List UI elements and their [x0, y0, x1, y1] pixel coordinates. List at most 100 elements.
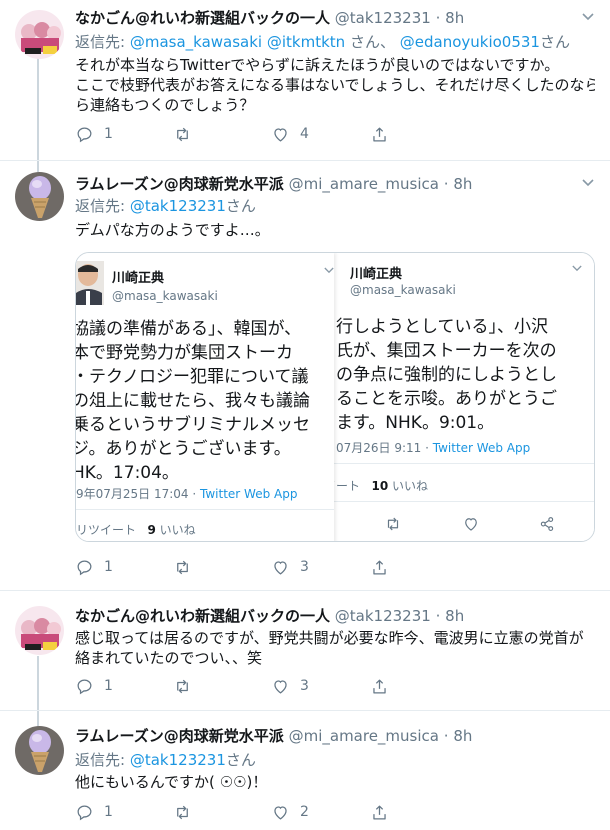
embedded-user-name: 川崎正典 [350, 267, 403, 282]
separator-dot: · [435, 9, 441, 27]
chevron-down-icon [324, 267, 334, 277]
retweet-button[interactable] [173, 802, 202, 822]
retweet-button[interactable] [173, 676, 202, 696]
retweet-button[interactable] [173, 557, 202, 577]
retweet-icon [177, 560, 188, 574]
tweet-divider [0, 590, 610, 591]
like-button[interactable]: 3 [271, 676, 309, 696]
reply-to-label: 返信先: [75, 33, 126, 51]
embedded-stats: リツイート 9 いいね [76, 521, 196, 538]
user-name[interactable]: ラムレーズン@肉球新党水平派 [75, 175, 284, 193]
reply-icon [77, 805, 92, 820]
reply-to-label: 返信先: [75, 197, 126, 215]
user-name[interactable]: ラムレーズン@肉球新党水平派 [75, 727, 284, 745]
embedded-like-count: 10 [371, 479, 389, 493]
attached-image[interactable]: 川崎正典 @masa_kawasaki 行しようとしている」、小沢 氏が、集団ス… [75, 252, 595, 542]
embedded-text-line: ます。NHK。9:01。 [336, 413, 495, 433]
heart-icon [274, 560, 287, 575]
share-icon [373, 805, 386, 819]
tweet-header: ラムレーズン@肉球新党水平派 @mi_amare_musica · 8h [75, 726, 576, 746]
reply-count: 1 [104, 559, 113, 575]
embedded-text-line: 行しようとしている」、小沢 [336, 317, 548, 337]
embedded-meta: 07月26日 9:11 · Twitter Web App [336, 439, 530, 456]
reply-icon [77, 560, 92, 575]
tweet-text: 他にもいるんですか( ☉☉)！ [75, 773, 268, 791]
embedded-user-name: 川崎正典 [112, 271, 165, 286]
tweet[interactable]: なかごん@れいわ新選組バックの一人 @tak123231 · 8h 返信先: @… [0, 0, 610, 160]
reply-button[interactable]: 1 [75, 676, 113, 696]
tweet-actions: 1 2 [75, 802, 435, 822]
mention-link[interactable]: @edanoyukio0531 [400, 33, 540, 51]
embedded-divider [324, 463, 594, 464]
reply-count: 1 [104, 126, 113, 142]
avatar[interactable] [15, 10, 64, 59]
mention-link[interactable]: @itkmtktn [267, 33, 345, 51]
embedded-text-line: ジ。ありがとうございます。 [75, 439, 291, 459]
mention-link[interactable]: @masa_kawasaki [130, 33, 262, 51]
tweet-header: ラムレーズン@肉球新党水平派 @mi_amare_musica · 8h [75, 174, 576, 194]
tweet-text: それが本当ならTwitterでやらずに訴えたほうが良いのではないですか。 ここで… [75, 55, 595, 115]
embedded-app-link: Twitter Web App [200, 487, 298, 501]
heart-icon [274, 805, 287, 820]
heart-icon [274, 679, 287, 694]
reply-to: 返信先: @masa_kawasaki @itkmtktn さん、 @edano… [75, 32, 570, 52]
user-handle[interactable]: @mi_amare_musica [289, 175, 439, 193]
tweet[interactable]: なかごん@れいわ新選組バックの一人 @tak123231 · 8h 感じ取っては… [0, 598, 610, 710]
like-button[interactable]: 3 [271, 557, 309, 577]
share-button[interactable] [370, 124, 399, 144]
share-icon [373, 127, 386, 141]
user-name[interactable]: なかごん@れいわ新選組バックの一人 [75, 9, 330, 27]
embedded-stats: イート 10 いいね [324, 477, 428, 494]
embedded-retweet-label: リツイート [76, 523, 137, 537]
embedded-tweet-right: 川崎正典 @masa_kawasaki 行しようとしている」、小沢 氏が、集団ス… [324, 253, 594, 541]
embedded-date: 07月26日 9:11 · [336, 441, 433, 455]
embedded-text-line: 乗るというサブリミナルメッセ [75, 415, 310, 435]
reply-to-suffix: さん [539, 33, 570, 51]
reply-to: 返信先: @tak123231さん [75, 196, 256, 216]
user-name[interactable]: なかごん@れいわ新選組バックの一人 [75, 607, 330, 625]
share-icon [373, 679, 386, 693]
tweet-header: なかごん@れいわ新選組バックの一人 @tak123231 · 8h [75, 606, 576, 626]
embedded-text-line: の俎上に載せたら、我々も議論 [75, 391, 310, 411]
reply-to-label: 返信先: [75, 751, 126, 769]
timestamp[interactable]: 8h [453, 175, 472, 193]
retweet-icon [177, 805, 188, 819]
avatar[interactable] [15, 726, 64, 775]
chevron-down-icon[interactable] [580, 176, 596, 192]
user-handle[interactable]: @tak123231 [335, 9, 431, 27]
mention-link[interactable]: @tak123231 [130, 197, 226, 215]
like-button[interactable]: 2 [271, 802, 309, 822]
embedded-text-line: 本で野党勢力が集団ストーカ [75, 343, 293, 363]
share-button[interactable] [370, 557, 399, 577]
avatar[interactable] [15, 606, 64, 655]
reply-button[interactable]: 1 [75, 802, 113, 822]
retweet-button[interactable] [173, 124, 202, 144]
timestamp[interactable]: 8h [453, 727, 472, 745]
user-handle[interactable]: @tak123231 [335, 607, 431, 625]
embedded-text: 行しようとしている」、小沢 氏が、集団ストーカーを次の の争点に強制的にしようと… [336, 315, 557, 435]
retweet-icon [177, 679, 188, 693]
embedded-text: 協議の準備がある」、韓国が、 本で野党勢力が集団ストーカ ・テクノロジー犯罪につ… [75, 317, 310, 485]
reply-button[interactable]: 1 [75, 124, 113, 144]
like-count: 4 [300, 126, 309, 142]
reply-to: 返信先: @tak123231さん [75, 750, 256, 770]
reply-to-suffix: さん [225, 751, 256, 769]
embedded-like-label: いいね [392, 479, 429, 493]
mention-link[interactable]: @tak123231 [130, 751, 226, 769]
embedded-text-line: の争点に強制的にしようとし [336, 365, 557, 385]
reply-button[interactable]: 1 [75, 557, 113, 577]
tweet-text-line: 感じ取っては居るのですが、野党共闘が必要な昨今、電波男に立憲の党首が [75, 629, 584, 647]
timestamp[interactable]: 8h [445, 9, 464, 27]
embedded-user-handle: @masa_kawasaki [350, 283, 456, 297]
user-handle[interactable]: @mi_amare_musica [289, 727, 439, 745]
chevron-down-icon[interactable] [580, 10, 596, 26]
share-button[interactable] [370, 676, 399, 696]
avatar[interactable] [15, 172, 64, 221]
tweet-text: デムパな方のようですよ…。 [75, 221, 270, 239]
embedded-app-link: Twitter Web App [432, 441, 531, 455]
like-count: 3 [300, 678, 309, 694]
share-button[interactable] [370, 802, 399, 822]
like-button[interactable]: 4 [271, 124, 309, 144]
timestamp[interactable]: 8h [445, 607, 464, 625]
tweet[interactable]: ラムレーズン@肉球新党水平派 @mi_amare_musica · 8h 返信先… [0, 718, 610, 830]
